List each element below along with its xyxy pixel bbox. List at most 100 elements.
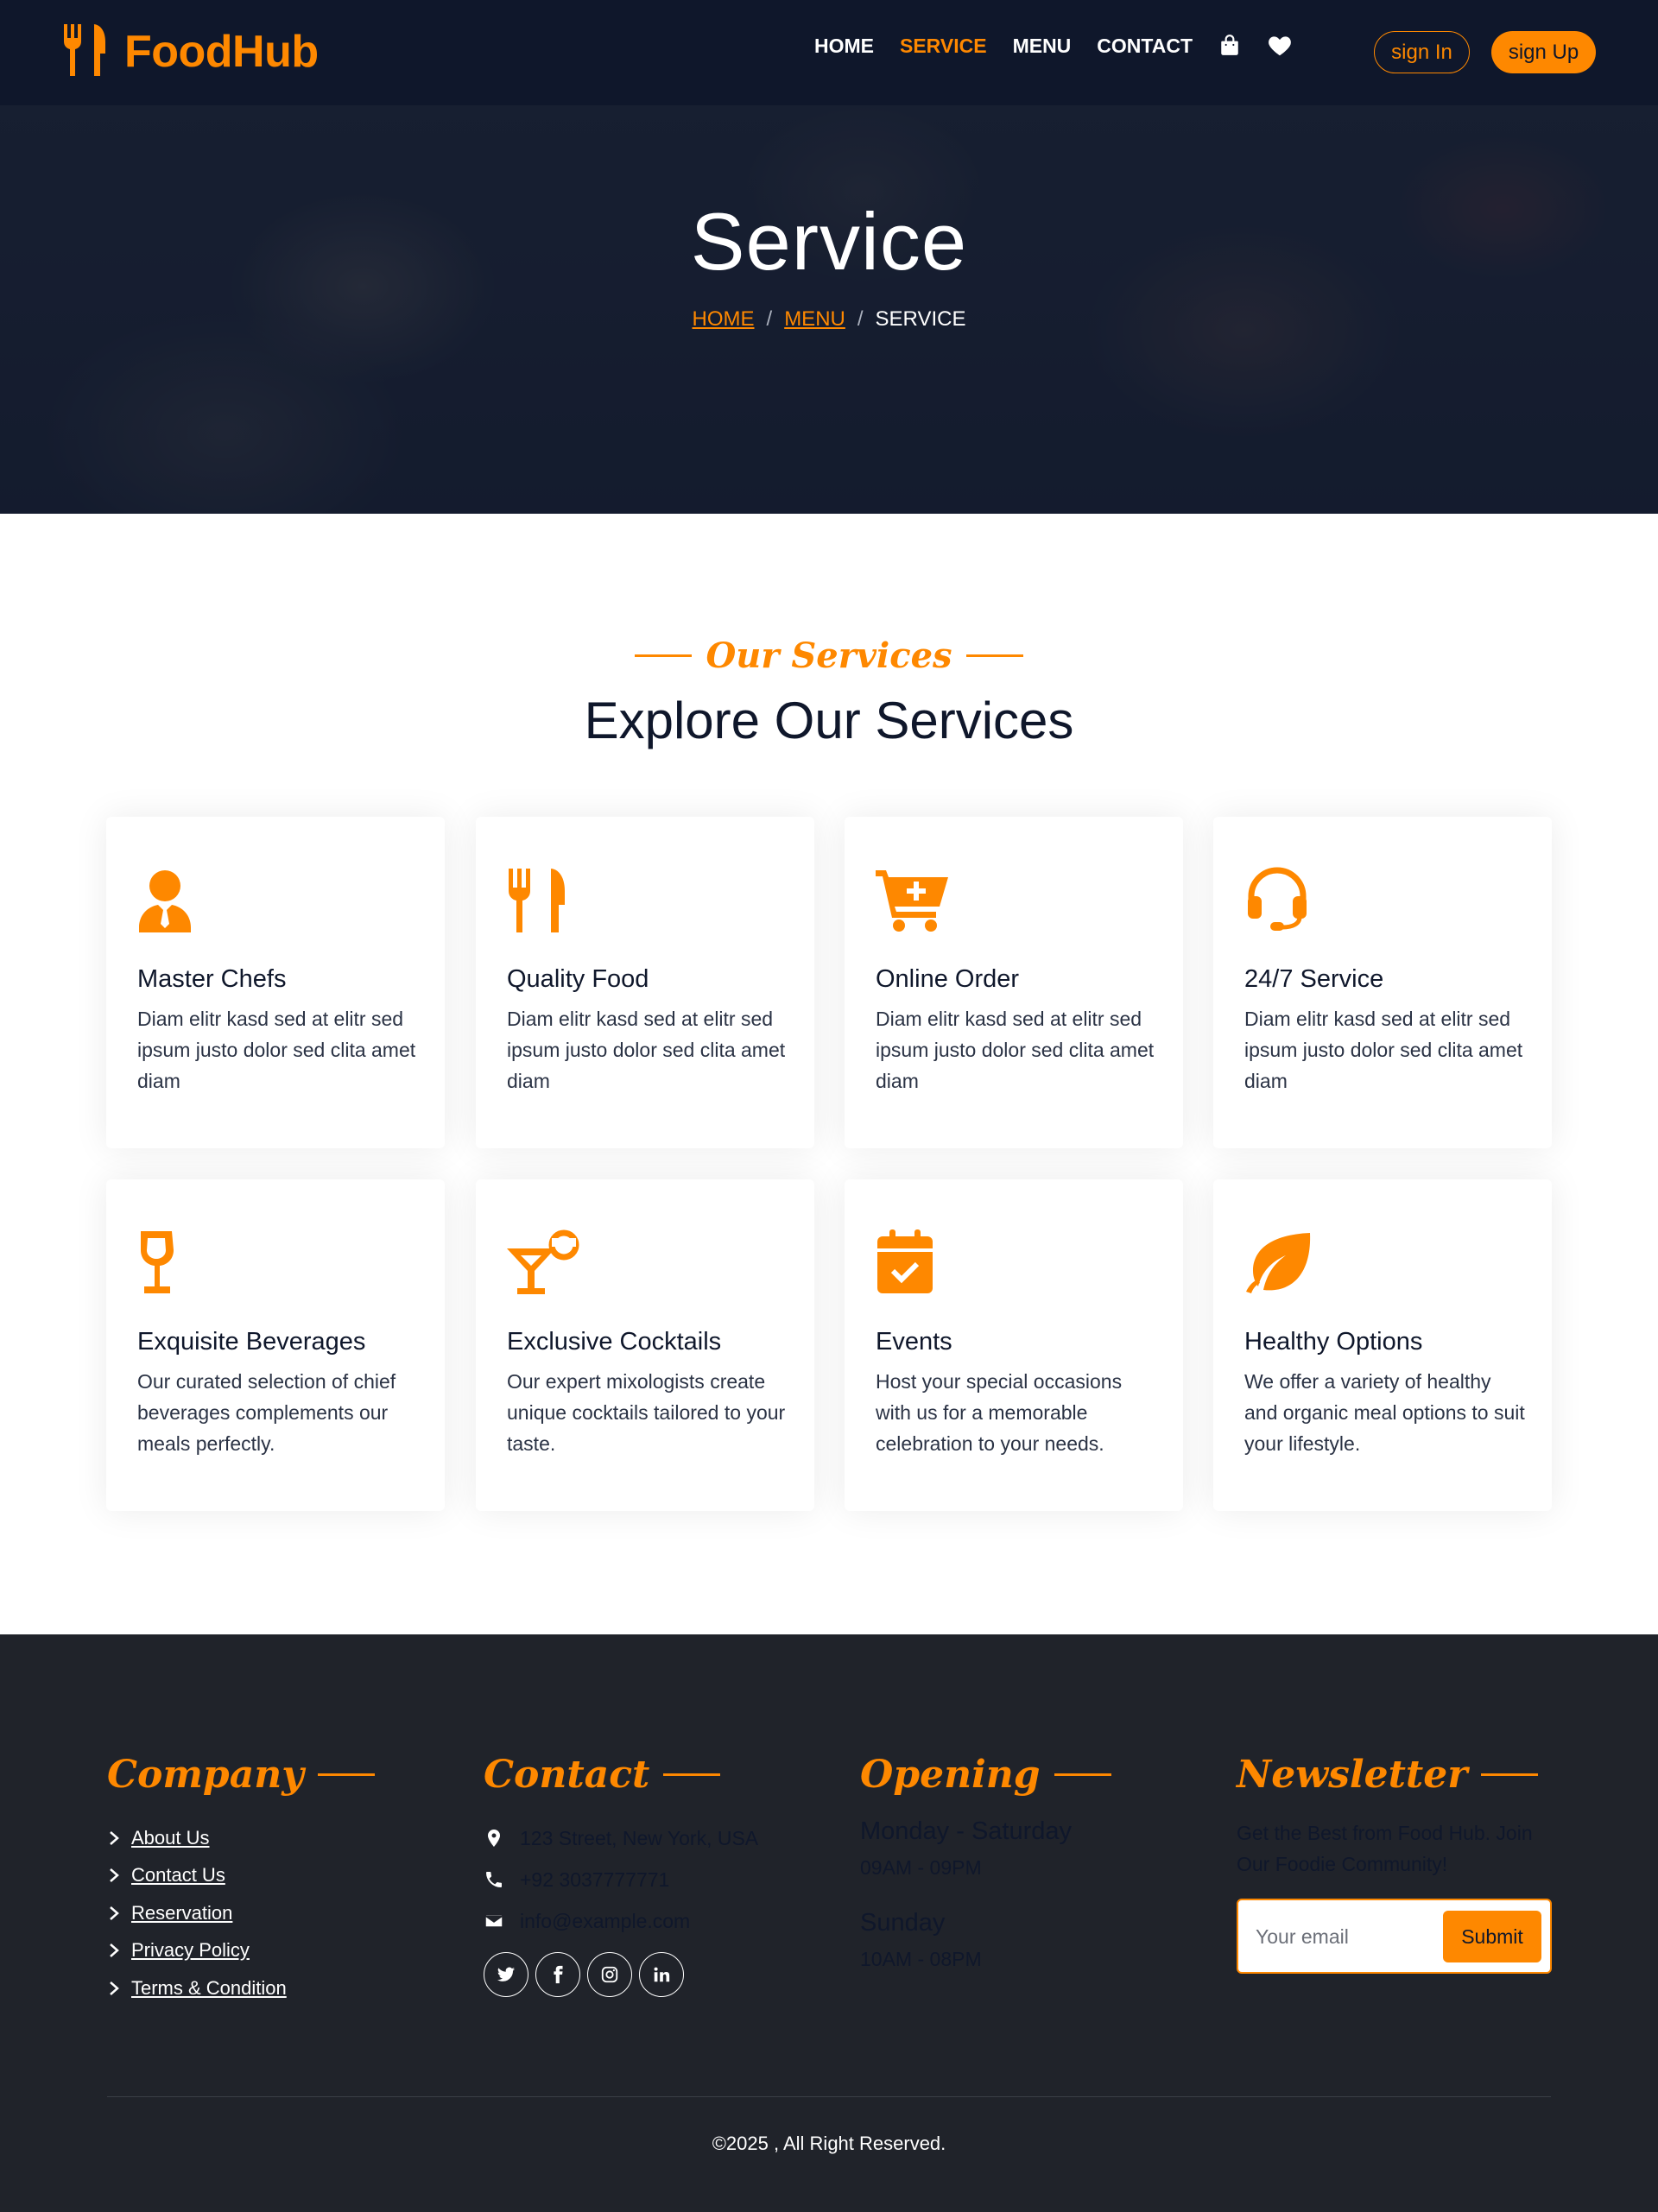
linkedin-link[interactable]	[639, 1952, 684, 1997]
shopping-bag-icon[interactable]	[1218, 33, 1244, 59]
utensils-icon	[60, 22, 109, 82]
footer-heading-text: Newsletter	[1237, 1753, 1468, 1797]
contact-email: info@example.com	[484, 1900, 758, 1942]
chevron-right-icon	[110, 1868, 119, 1883]
card-title: Master Chefs	[137, 965, 287, 993]
envelope-icon	[484, 1914, 503, 1928]
subtitle-line-left	[635, 654, 693, 657]
card-description: Diam elitr kasd sed at elitr sed ipsum j…	[1244, 1008, 1523, 1092]
footer-link-privacy-policy[interactable]: Privacy Policy	[131, 1939, 250, 1962]
footer-newsletter: Newsletter Get the Best from Food Hub. J…	[1237, 1753, 1558, 1974]
cocktail-icon	[507, 1229, 579, 1295]
footer-heading: Contact	[484, 1753, 758, 1797]
heading-line	[663, 1773, 721, 1776]
brand-name: FoodHub	[124, 27, 319, 77]
breadcrumb-current: SERVICE	[875, 307, 966, 331]
phone-icon	[486, 1872, 502, 1887]
newsletter-email-input[interactable]	[1256, 1918, 1428, 1956]
footer-link-terms[interactable]: Terms & Condition	[131, 1977, 287, 2000]
leaf-icon	[1244, 1229, 1311, 1295]
opening-time-sunday: 10AM - 08PM	[860, 1948, 982, 1970]
card-description: Diam elitr kasd sed at elitr sed ipsum j…	[137, 1008, 416, 1092]
hero-banner: Service HOME / MENU / SERVICE	[0, 105, 1658, 514]
breadcrumb-separator: /	[857, 307, 864, 331]
footer-company: Company About Us Contact Us Reservation …	[107, 1753, 375, 2007]
navbar: FoodHub HOME SERVICE MENU CONTACT sign I…	[0, 0, 1658, 105]
newsletter-submit-button[interactable]: Submit	[1443, 1911, 1541, 1962]
card-description: Our expert mixologists create unique coc…	[507, 1370, 786, 1455]
card-description: Diam elitr kasd sed at elitr sed ipsum j…	[876, 1008, 1155, 1092]
chevron-right-icon	[110, 1943, 119, 1958]
chevron-right-icon	[110, 1981, 119, 1995]
heading-line	[1481, 1773, 1539, 1776]
breadcrumb: HOME / MENU / SERVICE	[0, 307, 1658, 332]
footer-heading-text: Contact	[484, 1753, 650, 1797]
footer-contact: Contact 123 Street, New York, USA +92 30…	[484, 1753, 758, 1997]
footer-link-item: Contact Us	[107, 1857, 375, 1895]
calendar-check-icon	[876, 1229, 941, 1295]
card-description: Diam elitr kasd sed at elitr sed ipsum j…	[507, 1008, 786, 1092]
twitter-icon	[497, 1967, 516, 1981]
nav-home[interactable]: HOME	[814, 35, 874, 58]
footer-link-item: About Us	[107, 1819, 375, 1857]
service-card-exquisite-beverages: Exquisite Beverages Our curated selectio…	[106, 1179, 445, 1511]
contact-email-text: info@example.com	[520, 1909, 691, 1932]
card-description: Our curated selection of chief beverages…	[137, 1370, 396, 1455]
service-card-master-chefs: Master Chefs Diam elitr kasd sed at elit…	[106, 817, 445, 1148]
sign-up-button[interactable]: sign Up	[1491, 31, 1596, 73]
service-card-24-7-service: 24/7 Service Diam elitr kasd sed at elit…	[1213, 817, 1552, 1148]
service-card-online-order: Online Order Diam elitr kasd sed at elit…	[845, 817, 1183, 1148]
section-subtitle: Our Services	[0, 635, 1658, 676]
service-card-exclusive-cocktails: Exclusive Cocktails Our expert mixologis…	[476, 1179, 814, 1511]
card-title: Exclusive Cocktails	[507, 1328, 722, 1356]
map-marker-icon	[488, 1830, 500, 1847]
card-title: Quality Food	[507, 965, 649, 993]
sign-in-button[interactable]: sign In	[1374, 31, 1470, 73]
brand-logo[interactable]: FoodHub	[60, 22, 319, 82]
page-title: Service	[690, 196, 968, 287]
footer-company-links: About Us Contact Us Reservation Privacy …	[107, 1819, 375, 2007]
opening-day-sunday: Sunday	[860, 1909, 946, 1937]
heart-icon[interactable]	[1267, 33, 1293, 59]
card-title: Online Order	[876, 965, 1020, 993]
newsletter-form: Submit	[1237, 1899, 1552, 1974]
footer-link-about-us[interactable]: About Us	[131, 1827, 210, 1849]
nav-contact[interactable]: CONTACT	[1097, 35, 1193, 58]
breadcrumb-home[interactable]: HOME	[693, 307, 755, 332]
card-title: Events	[876, 1328, 952, 1356]
facebook-icon	[554, 1965, 563, 1984]
headset-icon	[1244, 867, 1310, 932]
linkedin-icon	[654, 1967, 670, 1982]
nav-service[interactable]: SERVICE	[900, 35, 987, 58]
contact-address-text: 123 Street, New York, USA	[520, 1826, 759, 1849]
footer-heading: Newsletter	[1237, 1753, 1558, 1797]
utensils-icon	[507, 867, 573, 932]
card-title: Exquisite Beverages	[137, 1328, 366, 1356]
chevron-right-icon	[110, 1830, 119, 1845]
instagram-icon	[601, 1966, 618, 1983]
wine-glass-icon	[137, 1229, 203, 1295]
footer-link-item: Terms & Condition	[107, 1969, 375, 2007]
subtitle-line-right	[965, 654, 1023, 657]
twitter-link[interactable]	[484, 1952, 528, 1997]
contact-phone-text: +92 3037777771	[520, 1868, 670, 1891]
footer-link-reservation[interactable]: Reservation	[131, 1902, 232, 1924]
heading-line	[317, 1773, 375, 1776]
nav-menu[interactable]: MENU	[1013, 35, 1072, 58]
opening-day-weekday: Monday - Saturday	[860, 1817, 1073, 1845]
breadcrumb-separator: /	[766, 307, 773, 331]
contact-phone: +92 3037777771	[484, 1859, 758, 1900]
service-card-events: Events Host your special occasions with …	[845, 1179, 1183, 1511]
footer-divider	[107, 2096, 1551, 2097]
footer-heading-text: Opening	[860, 1753, 1041, 1797]
footer-link-contact-us[interactable]: Contact Us	[131, 1864, 225, 1887]
opening-time-weekday: 09AM - 09PM	[860, 1856, 982, 1879]
footer-opening: Opening Monday - Saturday 09AM - 09PM Su…	[860, 1753, 1111, 1971]
breadcrumb-menu[interactable]: MENU	[784, 307, 845, 332]
card-description: We offer a variety of healthy and organi…	[1244, 1370, 1525, 1455]
instagram-link[interactable]	[587, 1952, 632, 1997]
facebook-link[interactable]	[535, 1952, 580, 1997]
footer-heading: Opening	[860, 1753, 1111, 1797]
heading-line	[1054, 1773, 1111, 1776]
service-card-quality-food: Quality Food Diam elitr kasd sed at elit…	[476, 817, 814, 1148]
